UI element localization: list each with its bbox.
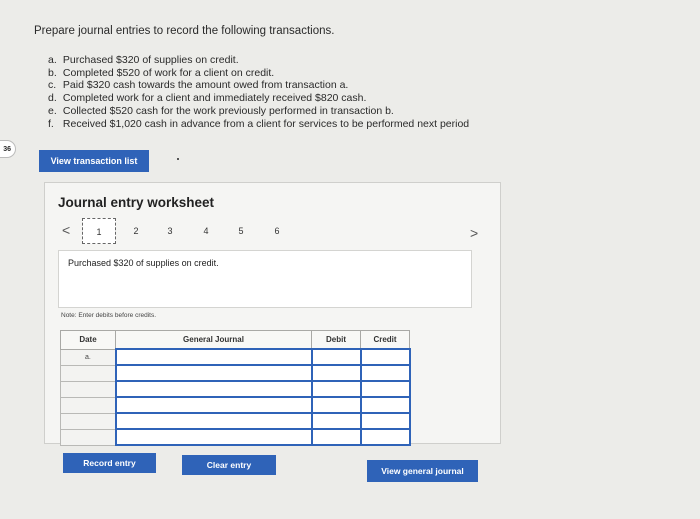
tab-4[interactable]: 4 [198,226,214,236]
account-input[interactable] [114,396,313,414]
table-row [60,380,411,398]
transaction-item: a. Purchased $320 of supplies on credit. [48,54,469,67]
transaction-letter: e. [48,104,57,117]
separator-dot [177,158,179,160]
journal-table: Date General Journal Debit Credit a. [60,330,411,446]
journal-header-row: Date General Journal Debit Credit [60,330,410,350]
table-row [60,412,411,430]
account-input[interactable] [114,380,313,398]
debit-input[interactable] [310,396,362,414]
debit-input[interactable] [310,348,362,366]
debit-input[interactable] [310,412,362,430]
tab-3[interactable]: 3 [162,226,178,236]
transaction-text: Paid $320 cash towards the amount owed f… [62,79,349,92]
transaction-item: e. Collected $520 cash for the work prev… [48,105,469,118]
transaction-item: c. Paid $320 cash towards the amount owe… [48,79,469,92]
credit-input[interactable] [359,428,411,446]
clear-entry-button[interactable]: Clear entry [182,455,276,475]
transaction-text: Purchased $320 of supplies on credit. [62,54,239,66]
transaction-letter: d. [48,92,57,105]
credit-input[interactable] [359,348,411,366]
credit-input[interactable] [359,380,411,398]
tab-2[interactable]: 2 [128,226,144,236]
account-input[interactable] [114,412,313,430]
transaction-text: Collected $520 cash for the work previou… [62,104,394,117]
tab-1[interactable]: 1 [82,218,116,244]
account-input[interactable] [114,364,313,382]
debit-input[interactable] [310,428,362,446]
table-row [60,428,411,446]
date-cell [60,364,116,382]
date-cell [60,428,116,446]
account-input[interactable] [114,428,313,446]
date-cell [60,396,116,414]
view-general-journal-button[interactable]: View general journal [367,460,478,482]
question-number-badge: 36 [0,140,16,158]
tab-5[interactable]: 5 [233,226,249,236]
credit-column-header: Credit [360,330,410,350]
transaction-item: f. Received $1,020 cash in advance from … [48,118,469,131]
transaction-text: Completed $520 of work for a client on c… [62,66,275,79]
transaction-letter: c. [48,79,57,92]
transaction-description: Purchased $320 of supplies on credit. [68,258,219,268]
date-cell [60,412,116,430]
instructions-text: Prepare journal entries to record the fo… [34,25,335,37]
transaction-text: Completed work for a client and immediat… [62,92,367,105]
transaction-letter: f. [48,117,54,130]
debit-column-header: Debit [311,330,361,350]
credit-input[interactable] [359,396,411,414]
date-cell: a. [60,348,116,366]
transaction-item: b. Completed $520 of work for a client o… [48,67,469,80]
transaction-list: a. Purchased $320 of supplies on credit.… [48,54,469,130]
credit-input[interactable] [359,412,411,430]
table-row [60,364,411,382]
debit-input[interactable] [310,364,362,382]
debits-credits-note: Note: Enter debits before credits. [61,312,157,319]
general-journal-column-header: General Journal [115,330,312,350]
date-cell [60,380,116,398]
credit-input[interactable] [359,364,411,382]
date-column-header: Date [60,330,116,350]
transaction-item: d. Completed work for a client and immed… [48,92,469,105]
table-row: a. [60,348,411,366]
transaction-text: Received $1,020 cash in advance from a c… [62,117,470,130]
tab-6[interactable]: 6 [269,226,285,236]
previous-arrow-icon[interactable]: < [62,222,70,238]
account-input[interactable] [114,348,313,366]
transaction-letter: b. [48,66,57,79]
table-row [60,396,411,414]
transaction-letter: a. [48,54,57,66]
debit-input[interactable] [310,380,362,398]
next-arrow-icon[interactable]: > [470,225,478,241]
worksheet-title: Journal entry worksheet [58,195,215,210]
view-transaction-list-button[interactable]: View transaction list [39,150,149,172]
record-entry-button[interactable]: Record entry [63,453,156,473]
